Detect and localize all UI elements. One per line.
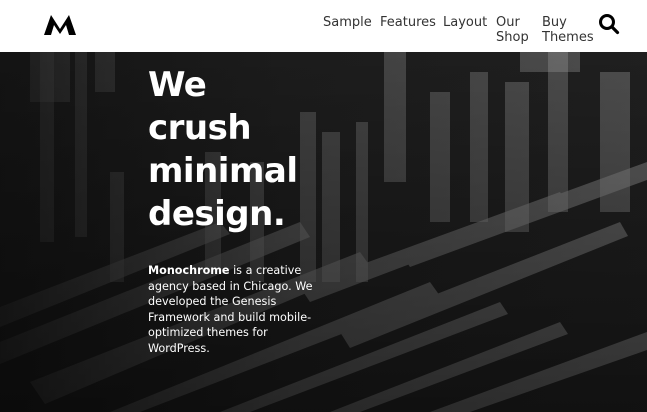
hero-title-line: We xyxy=(148,65,207,105)
nav-item-label: Layout xyxy=(443,15,488,30)
nav-item-our-shop[interactable]: Our Shop xyxy=(496,15,529,45)
hero-description-brand: Monochrome xyxy=(148,264,230,277)
nav-item-label: Features xyxy=(380,15,436,30)
hero-title-line: crush xyxy=(148,108,252,148)
site-header: Sample Features Layout Our Shop Buy Them… xyxy=(0,0,647,52)
nav-item-layout[interactable]: Layout xyxy=(443,15,487,30)
hero-description-text: is a creative agency based in Chicago. W… xyxy=(148,264,313,355)
hero-background-image xyxy=(0,52,647,412)
nav-item-label: Sample xyxy=(323,15,372,30)
nav-item-label: Buy xyxy=(542,15,567,30)
hero-section: We crush minimal design. Monochrome is a… xyxy=(0,52,647,412)
nav-item-buy-themes[interactable]: Buy Themes xyxy=(542,15,594,45)
hero-title: We crush minimal design. xyxy=(148,64,298,236)
nav-item-features[interactable]: Features xyxy=(380,15,436,30)
nav-item-label: Themes xyxy=(542,30,594,45)
hero-description: Monochrome is a creative agency based in… xyxy=(148,263,323,356)
search-icon[interactable] xyxy=(598,13,620,35)
hero-title-line: minimal xyxy=(148,151,298,191)
nav-item-sample[interactable]: Sample xyxy=(323,15,372,30)
primary-nav: Sample Features Layout Our Shop Buy Them… xyxy=(0,15,647,51)
nav-item-label: Shop xyxy=(496,30,529,45)
hero-title-line: design. xyxy=(148,194,286,234)
nav-item-label: Our xyxy=(496,15,520,30)
